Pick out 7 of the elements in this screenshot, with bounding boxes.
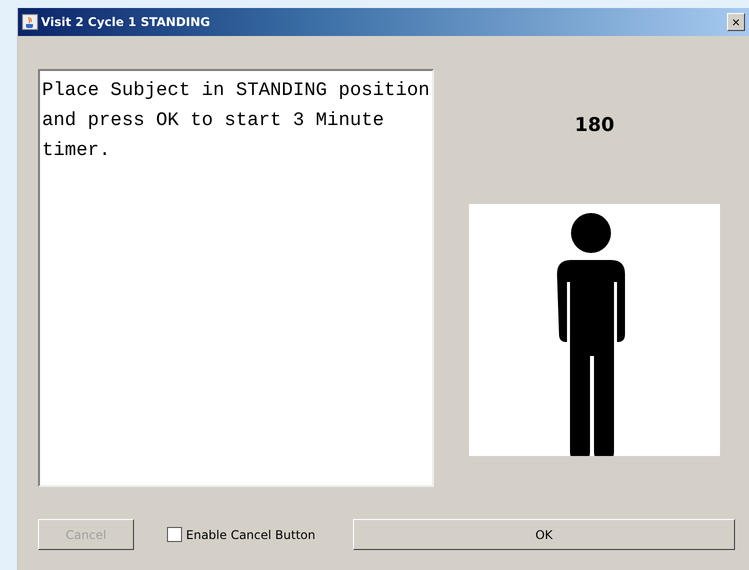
ok-button[interactable]: OK [353,519,735,550]
enable-cancel-checkbox[interactable]: Enable Cancel Button [167,527,353,542]
cup-icon [22,14,38,30]
window-title: Visit 2 Cycle 1 STANDING [41,15,212,29]
close-button[interactable]: × [727,13,745,31]
timer-count: 180 [574,114,614,138]
instruction-text: Place Subject in STANDING position and press OK to start 3 Minute timer. [38,69,434,487]
